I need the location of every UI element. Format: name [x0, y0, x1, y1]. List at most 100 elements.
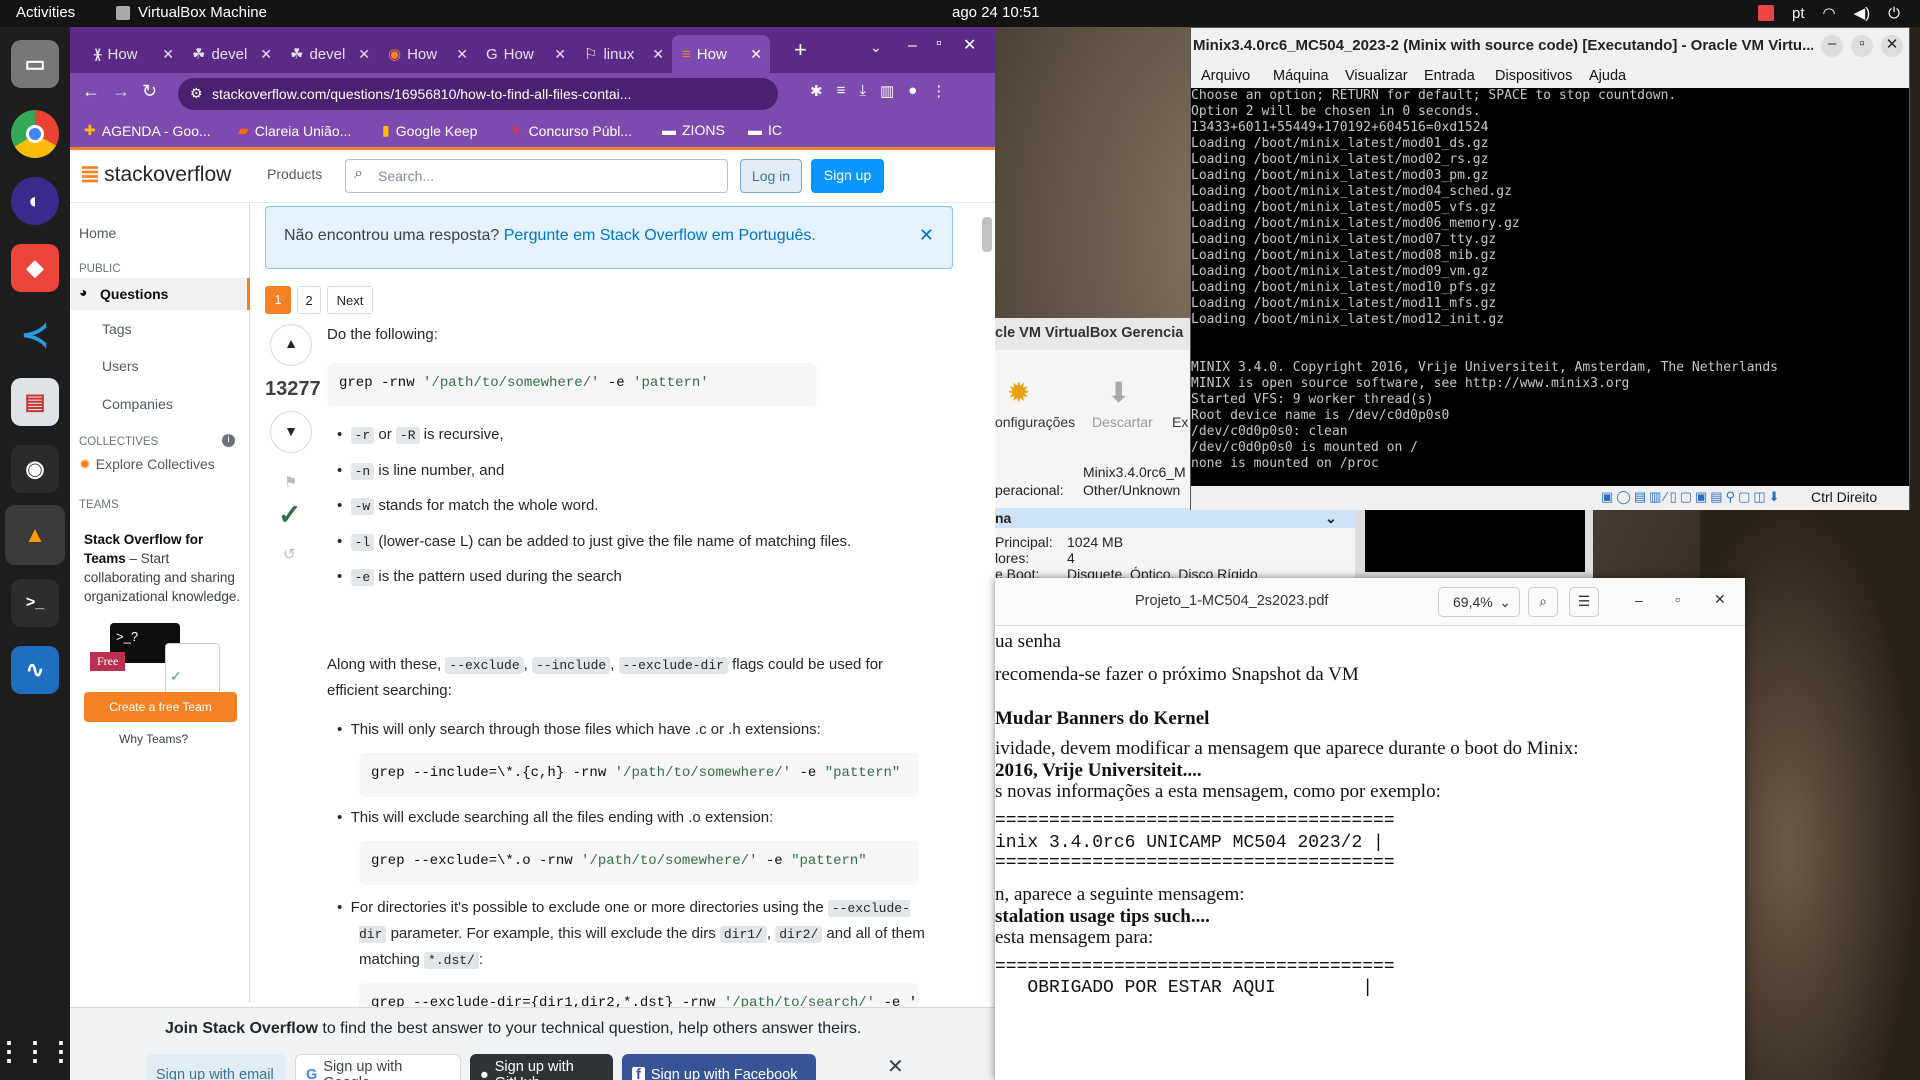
signup-button[interactable]: Sign up — [811, 159, 884, 193]
bookmark-icon[interactable]: ⚑ — [284, 473, 297, 491]
bookmark-ic[interactable]: ▬ IC — [748, 122, 782, 138]
zoom-select[interactable]: 69,4% ⌄ — [1438, 587, 1520, 617]
nav-tags[interactable]: Tags — [102, 321, 132, 337]
system-section-header[interactable]: na ⌄ — [995, 508, 1355, 528]
nav-explore-collectives[interactable]: ✹ Explore Collectives — [79, 456, 215, 473]
close-icon[interactable]: ✕ — [887, 1054, 904, 1079]
close-icon[interactable]: ✕ — [162, 46, 174, 63]
nav-home[interactable]: Home — [79, 225, 116, 241]
profile-avatar[interactable]: ● — [908, 82, 917, 100]
volume-icon[interactable]: ◀) — [1854, 4, 1871, 22]
address-bar[interactable]: ⚙ stackoverflow.com/questions/16956810/h… — [178, 78, 778, 110]
menu-arquivo[interactable]: Arquivo — [1201, 68, 1250, 84]
close-window-icon[interactable]: ✕ — [963, 35, 976, 55]
history-icon[interactable]: ↺ — [283, 545, 296, 563]
nav-users[interactable]: Users — [102, 358, 139, 374]
next-page-button[interactable]: Next — [327, 286, 373, 314]
menu-entrada[interactable]: Entrada — [1424, 68, 1475, 84]
bookmark-keep[interactable]: ▮ Google Keep — [382, 122, 477, 139]
language-indicator[interactable]: pt — [1792, 5, 1805, 22]
create-team-button[interactable]: Create a free Team — [84, 692, 237, 722]
new-tab-button[interactable]: + — [794, 37, 807, 63]
close-icon[interactable]: ✕ — [652, 46, 664, 63]
text-editor-icon[interactable]: ▤ — [11, 378, 59, 426]
minimize-icon[interactable]: – — [1635, 592, 1643, 608]
site-info-icon[interactable]: ⚙ — [190, 85, 203, 102]
upvote-button[interactable]: ▲ — [270, 324, 312, 366]
menu-maquina[interactable]: Máquina — [1273, 68, 1329, 84]
tab-2[interactable]: ☘ devel ✕ — [182, 35, 280, 73]
vm-console[interactable]: Choose an option; RETURN for default; SP… — [1191, 88, 1909, 486]
close-icon[interactable]: ✕ — [358, 46, 370, 63]
reload-icon[interactable]: ↻ — [142, 81, 157, 102]
settings-button[interactable]: onfigurações — [995, 414, 1075, 430]
system-tray[interactable]: pt ◠ ◀) ⏻ — [1757, 4, 1900, 22]
monitor-icon[interactable]: ∿ — [11, 646, 59, 694]
minimize-icon[interactable]: – — [1821, 35, 1843, 57]
maximize-icon[interactable]: ▫ — [1675, 591, 1680, 607]
tab-5[interactable]: G How ✕ — [476, 35, 574, 73]
tab-4[interactable]: ◉ How ✕ — [378, 35, 476, 73]
bookmark-agenda[interactable]: ✚ AGENDA - Goo... — [84, 122, 211, 139]
signup-google-button[interactable]: G Sign up with Google — [295, 1054, 461, 1080]
status-icons[interactable]: ▣◯▤▥⁄▯▢▣▤⚲▢◫⬇ — [1601, 489, 1783, 505]
discard-arrow-icon[interactable]: ⬇ — [1107, 376, 1130, 409]
menu-icon[interactable]: ☰ — [1569, 587, 1599, 617]
maximize-icon[interactable]: ▫ — [936, 35, 942, 53]
bookmark-clareia[interactable]: ▰ Clareia União... — [238, 122, 351, 139]
vlc-icon[interactable]: ▲ — [5, 505, 65, 565]
bookmark-zions[interactable]: ▬ ZIONS — [662, 122, 725, 138]
files-icon[interactable]: ▭ — [11, 40, 59, 88]
anydesk-tray-icon[interactable] — [1757, 5, 1774, 21]
anydesk-icon[interactable]: ◆ — [11, 244, 59, 292]
close-icon[interactable]: ✕ — [260, 46, 272, 63]
login-button[interactable]: Log in — [740, 159, 802, 193]
minimize-icon[interactable]: – — [908, 37, 917, 55]
close-icon[interactable]: ✕ — [919, 225, 934, 246]
nav-companies[interactable]: Companies — [102, 396, 173, 412]
firefox-icon[interactable]: ◐ — [11, 177, 59, 225]
show-apps-icon[interactable]: ⋮⋮⋮ — [0, 1027, 74, 1075]
maximize-icon[interactable]: ▫ — [1851, 35, 1873, 57]
activities-button[interactable]: Activities — [16, 4, 75, 21]
page-1-button[interactable]: 1 — [265, 286, 291, 314]
products-link[interactable]: Products — [267, 166, 322, 182]
why-teams-link[interactable]: Why Teams? — [119, 732, 188, 746]
power-icon[interactable]: ⏻ — [1888, 5, 1900, 22]
chrome-icon[interactable] — [11, 110, 59, 158]
page-2-button[interactable]: 2 — [297, 286, 321, 314]
scrollbar[interactable] — [982, 217, 992, 252]
nav-questions[interactable]: ◕ Questions — [70, 278, 250, 310]
close-icon[interactable]: ✕ — [1714, 591, 1726, 608]
close-icon[interactable]: ✕ — [456, 46, 468, 63]
search-icon[interactable]: ⌕ — [1528, 587, 1558, 617]
settings-gear-icon[interactable]: ✹ — [1007, 376, 1030, 409]
so-logo[interactable]: ≣ stackoverflow — [80, 160, 231, 189]
info-icon[interactable]: i — [222, 434, 235, 447]
wifi-icon[interactable]: ◠ — [1823, 4, 1836, 22]
back-icon[interactable]: ← — [82, 81, 100, 102]
ex-button[interactable]: Ex — [1172, 414, 1188, 430]
menu-visualizar[interactable]: Visualizar — [1345, 68, 1408, 84]
close-icon[interactable]: ✕ — [554, 46, 566, 63]
extensions-icon[interactable]: ✱ — [810, 82, 823, 100]
sidepanel-icon[interactable]: ▥ — [880, 82, 894, 100]
tab-6[interactable]: ⚐ linux ✕ — [574, 35, 672, 73]
signup-github-button[interactable]: ● Sign up with GitHub — [470, 1054, 613, 1080]
download-icon[interactable]: ⤓ — [859, 82, 866, 100]
tab-1[interactable]: ᚕ How ✕ — [84, 35, 182, 73]
terminal-icon[interactable]: >_ — [11, 579, 59, 627]
tab-3[interactable]: ☘ devel ✕ — [280, 35, 378, 73]
notice-link[interactable]: Pergunte em Stack Overflow em Português. — [504, 227, 816, 244]
vscode-icon[interactable]: ≺ — [11, 311, 59, 359]
signup-facebook-button[interactable]: f Sign up with Facebook — [622, 1054, 816, 1080]
tab-active[interactable]: ≡ How ✕ — [672, 35, 770, 73]
tab-search-icon[interactable]: ⌄ — [870, 39, 882, 56]
menu-icon[interactable]: ⋮ — [931, 82, 946, 100]
close-icon[interactable]: ✕ — [750, 46, 762, 63]
app-icon[interactable]: ◉ — [11, 445, 59, 493]
close-icon[interactable]: ✕ — [1881, 35, 1903, 57]
discard-button[interactable]: Descartar — [1092, 414, 1153, 430]
bookmark-concurso[interactable]: ⚘ Concurso Públ... — [510, 122, 632, 139]
menu-ajuda[interactable]: Ajuda — [1589, 68, 1626, 84]
